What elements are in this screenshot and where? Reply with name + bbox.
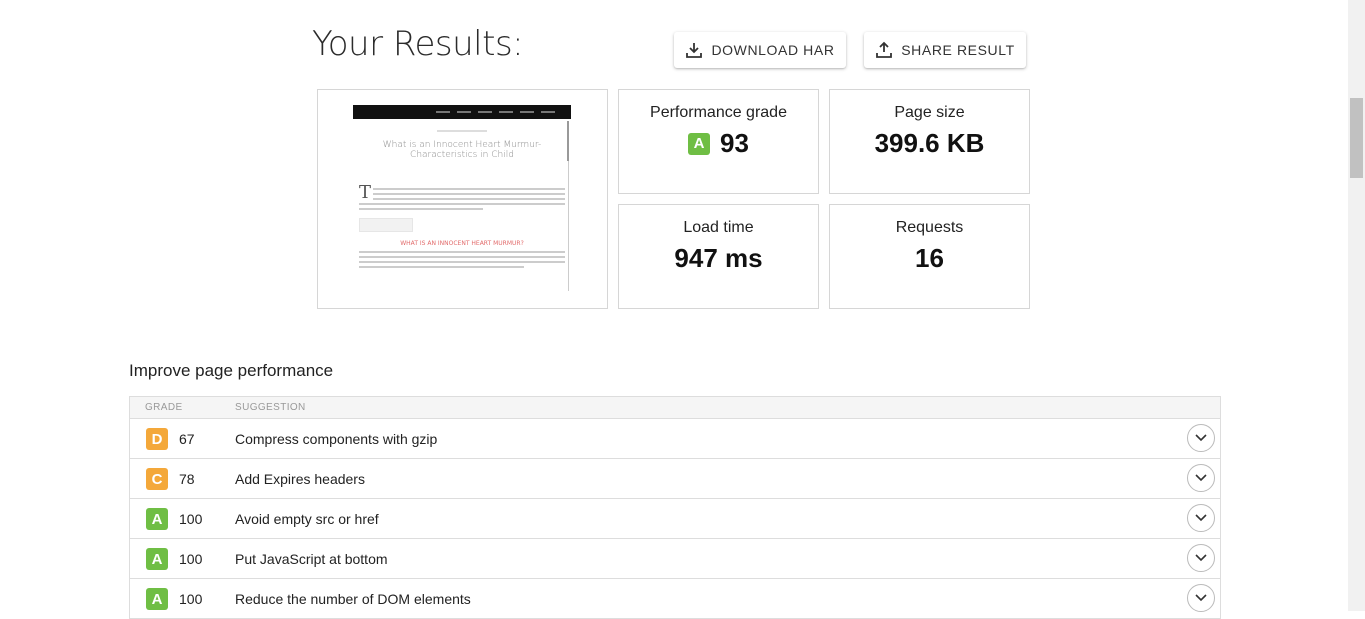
thumbnail-toc <box>359 218 413 232</box>
requests-value: 16 <box>915 243 944 273</box>
share-icon <box>875 41 893 59</box>
grade-score: 100 <box>179 591 203 607</box>
page-size-card: Page size 399.6 KB <box>829 89 1030 194</box>
page-size-label: Page size <box>894 104 965 121</box>
thumbnail-nav-bar <box>353 105 571 119</box>
thumbnail-dropcap: T <box>359 182 372 203</box>
share-result-button[interactable]: SHARE RESULT <box>864 32 1026 68</box>
scrollbar-thumb[interactable] <box>1350 98 1363 178</box>
table-row[interactable]: D 67 Compress components with gzip <box>130 419 1220 459</box>
suggestion-text: Reduce the number of DOM elements <box>235 591 471 607</box>
requests-card: Requests 16 <box>829 204 1030 309</box>
page-screenshot-thumbnail: What is an Innocent Heart Murmur-Charact… <box>353 105 571 293</box>
suggestion-text: Add Expires headers <box>235 471 365 487</box>
page-scrollbar[interactable] <box>1348 0 1365 611</box>
chevron-down-icon[interactable] <box>1187 544 1215 572</box>
grade-score: 78 <box>179 471 195 487</box>
improve-section-title: Improve page performance <box>129 361 334 380</box>
table-row[interactable]: A 100 Put JavaScript at bottom <box>130 539 1220 579</box>
requests-label: Requests <box>895 219 964 236</box>
page-size-value: 399.6 KB <box>874 128 985 158</box>
grade-badge: C <box>146 468 168 490</box>
grade-column-header: GRADE <box>145 402 183 413</box>
suggestion-text: Avoid empty src or href <box>235 511 379 527</box>
grade-badge: A <box>146 588 168 610</box>
table-row[interactable]: A 100 Avoid empty src or href <box>130 499 1220 539</box>
suggestions-table-header: GRADE SUGGESTION <box>130 396 1220 419</box>
load-time-value: 947 ms <box>674 243 763 273</box>
grade-score: 100 <box>179 551 203 567</box>
grade-score: 100 <box>179 511 203 527</box>
suggestion-column-header: SUGGESTION <box>235 402 306 413</box>
load-time-card: Load time 947 ms <box>618 204 819 309</box>
grade-badge: D <box>146 428 168 450</box>
load-time-label: Load time <box>683 219 754 236</box>
download-icon <box>685 41 703 59</box>
chevron-down-icon[interactable] <box>1187 584 1215 612</box>
chevron-down-icon[interactable] <box>1187 504 1215 532</box>
grade-score: 67 <box>179 431 195 447</box>
share-result-label: SHARE RESULT <box>901 42 1015 58</box>
suggestion-text: Put JavaScript at bottom <box>235 551 388 567</box>
table-row[interactable]: A 100 Reduce the number of DOM elements <box>130 579 1220 619</box>
suggestions-table: GRADE SUGGESTION D 67 Compress component… <box>129 396 1221 619</box>
download-har-label: DOWNLOAD HAR <box>711 42 835 58</box>
page-title: Your Results: <box>312 24 524 64</box>
performance-grade-label: Performance grade <box>650 104 787 121</box>
grade-badge: A <box>146 508 168 530</box>
grade-badge: A <box>146 548 168 570</box>
chevron-down-icon[interactable] <box>1187 424 1215 452</box>
suggestion-text: Compress components with gzip <box>235 431 438 447</box>
performance-grade-card: Performance grade A 93 <box>618 89 819 194</box>
table-row[interactable]: C 78 Add Expires headers <box>130 459 1220 499</box>
performance-grade-badge: A <box>688 132 711 155</box>
chevron-down-icon[interactable] <box>1187 464 1215 492</box>
performance-grade-value: 93 <box>720 128 749 158</box>
thumbnail-paragraph: T <box>359 182 565 210</box>
thumbnail-section-heading: WHAT IS AN INNOCENT HEART MURMUR? <box>400 240 524 247</box>
page-screenshot-card: What is an Innocent Heart Murmur-Charact… <box>317 89 608 309</box>
thumbnail-headline: What is an Innocent Heart Murmur-Charact… <box>382 140 542 160</box>
download-har-button[interactable]: DOWNLOAD HAR <box>674 32 846 68</box>
